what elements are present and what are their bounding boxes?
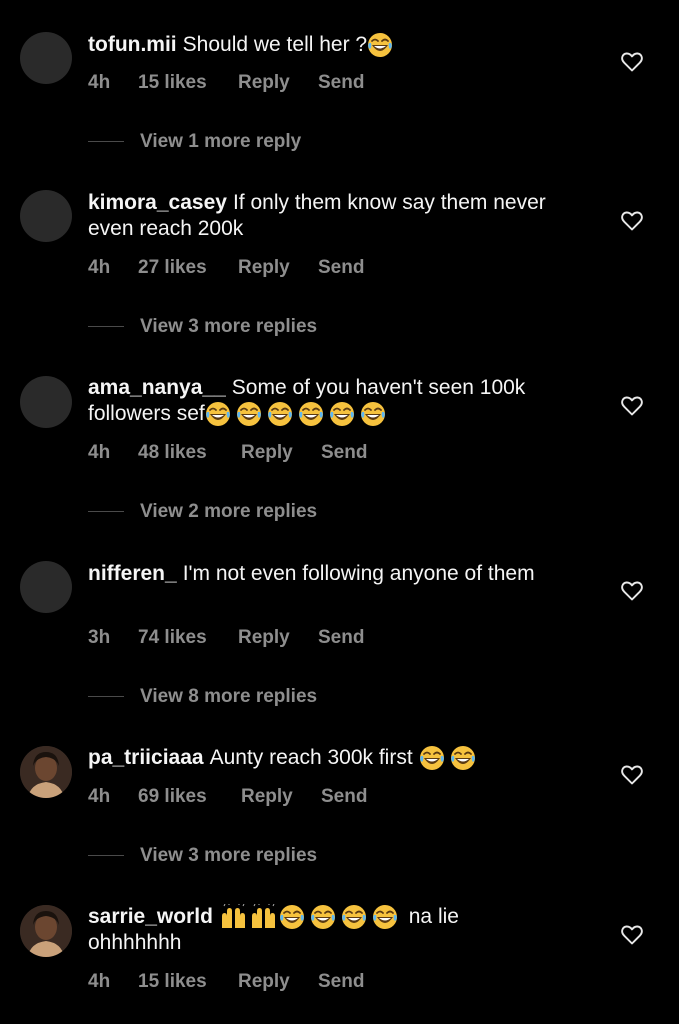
profile-photo: [20, 746, 72, 798]
reply-button[interactable]: Reply: [241, 442, 321, 464]
reply-button[interactable]: Reply: [238, 72, 318, 94]
divider-line: [88, 855, 124, 857]
comment-meta: 4h 69 likes Reply Send: [88, 786, 367, 808]
comment-username[interactable]: nifferen_: [88, 562, 177, 585]
view-replies-label[interactable]: View 3 more replies: [140, 316, 317, 337]
reply-button[interactable]: Reply: [238, 257, 318, 279]
comment-likes[interactable]: 48 likes: [138, 442, 241, 464]
view-replies-label[interactable]: View 8 more replies: [140, 686, 317, 707]
view-replies-label[interactable]: View 3 more replies: [140, 845, 317, 866]
laughing-emoji-icon: [236, 401, 262, 427]
laughing-emoji-icon: [360, 401, 386, 427]
heart-icon[interactable]: [620, 579, 644, 603]
send-button[interactable]: Send: [318, 72, 364, 94]
heart-icon[interactable]: [620, 209, 644, 233]
comment-body: Should we tell her ?: [182, 33, 368, 56]
avatar[interactable]: [20, 190, 72, 242]
view-replies-link[interactable]: View 8 more replies: [88, 686, 317, 708]
comment-meta: 4h 15 likes Reply Send: [88, 971, 364, 993]
laughing-emoji-icon: [367, 32, 393, 58]
comment-time: 4h: [88, 971, 111, 992]
divider-line: [88, 511, 124, 513]
view-replies-link[interactable]: View 3 more replies: [88, 316, 317, 338]
avatar[interactable]: [20, 32, 72, 84]
comment-time: 4h: [88, 786, 111, 807]
avatar[interactable]: [20, 746, 72, 798]
raising-hands-emoji-icon: [249, 904, 279, 930]
divider-line: [88, 141, 124, 143]
view-replies-link[interactable]: View 3 more replies: [88, 845, 317, 867]
avatar[interactable]: [20, 561, 72, 613]
laughing-emoji-icon: [329, 401, 355, 427]
heart-icon[interactable]: [620, 50, 644, 74]
view-replies-link[interactable]: View 2 more replies: [88, 501, 317, 523]
comment-time: 4h: [88, 442, 111, 463]
comment-meta: 4h 27 likes Reply Send: [88, 257, 364, 279]
comment-username[interactable]: tofun.mii: [88, 33, 177, 56]
send-button[interactable]: Send: [318, 627, 364, 649]
laughing-emoji-icon: [310, 904, 336, 930]
laughing-emoji-icon: [372, 904, 398, 930]
heart-icon[interactable]: [620, 394, 644, 418]
comment-text: tofun.mii Should we tell her ?: [88, 32, 588, 58]
divider-line: [88, 696, 124, 698]
laughing-emoji-icon: [267, 401, 293, 427]
view-replies-label[interactable]: View 2 more replies: [140, 501, 317, 522]
comment-likes[interactable]: 15 likes: [138, 72, 238, 94]
send-button[interactable]: Send: [318, 971, 364, 993]
comment-likes[interactable]: 15 likes: [138, 971, 238, 993]
comment-body: I'm not even following anyone of them: [182, 562, 535, 585]
comment-time: 4h: [88, 257, 111, 278]
comment-text: ama_nanya__ Some of you haven't seen 100k…: [88, 375, 598, 427]
send-button[interactable]: Send: [321, 786, 367, 808]
comment-time: 3h: [88, 627, 111, 648]
laughing-emoji-icon: [298, 401, 324, 427]
comment-meta: 3h 74 likes Reply Send: [88, 627, 364, 649]
comment-likes[interactable]: 74 likes: [138, 627, 238, 649]
profile-photo: [20, 905, 72, 957]
view-replies-link[interactable]: View 1 more reply: [88, 131, 301, 153]
reply-button[interactable]: Reply: [241, 786, 321, 808]
comment-username[interactable]: sarrie_world: [88, 905, 213, 928]
comment-likes[interactable]: 27 likes: [138, 257, 238, 279]
view-replies-label[interactable]: View 1 more reply: [140, 131, 301, 152]
avatar[interactable]: [20, 905, 72, 957]
raising-hands-emoji-icon: [219, 904, 249, 930]
heart-icon[interactable]: [620, 763, 644, 787]
comment-text: nifferen_ I'm not even following anyone o…: [88, 561, 548, 587]
comment-text: kimora_casey If only them know say them n…: [88, 190, 588, 242]
comment-username[interactable]: kimora_casey: [88, 191, 227, 214]
comment-username[interactable]: pa_triiciaaa: [88, 746, 204, 769]
laughing-emoji-icon: [450, 745, 476, 771]
comment-meta: 4h 15 likes Reply Send: [88, 72, 364, 94]
reply-button[interactable]: Reply: [238, 971, 318, 993]
comment-text: pa_triiciaaa Aunty reach 300k first: [88, 745, 588, 771]
laughing-emoji-icon: [279, 904, 305, 930]
laughing-emoji-icon: [419, 745, 445, 771]
divider-line: [88, 326, 124, 328]
comment-text: sarrie_world na lie ohhhhhhh: [88, 904, 508, 956]
comment-body: Aunty reach 300k first: [209, 746, 413, 769]
laughing-emoji-icon: [341, 904, 367, 930]
comment-likes[interactable]: 69 likes: [138, 786, 241, 808]
send-button[interactable]: Send: [321, 442, 367, 464]
comment-username[interactable]: ama_nanya__: [88, 376, 226, 399]
heart-icon[interactable]: [620, 923, 644, 947]
send-button[interactable]: Send: [318, 257, 364, 279]
reply-button[interactable]: Reply: [238, 627, 318, 649]
comment-time: 4h: [88, 72, 111, 93]
avatar[interactable]: [20, 376, 72, 428]
laughing-emoji-icon: [205, 401, 231, 427]
comment-meta: 4h 48 likes Reply Send: [88, 442, 367, 464]
